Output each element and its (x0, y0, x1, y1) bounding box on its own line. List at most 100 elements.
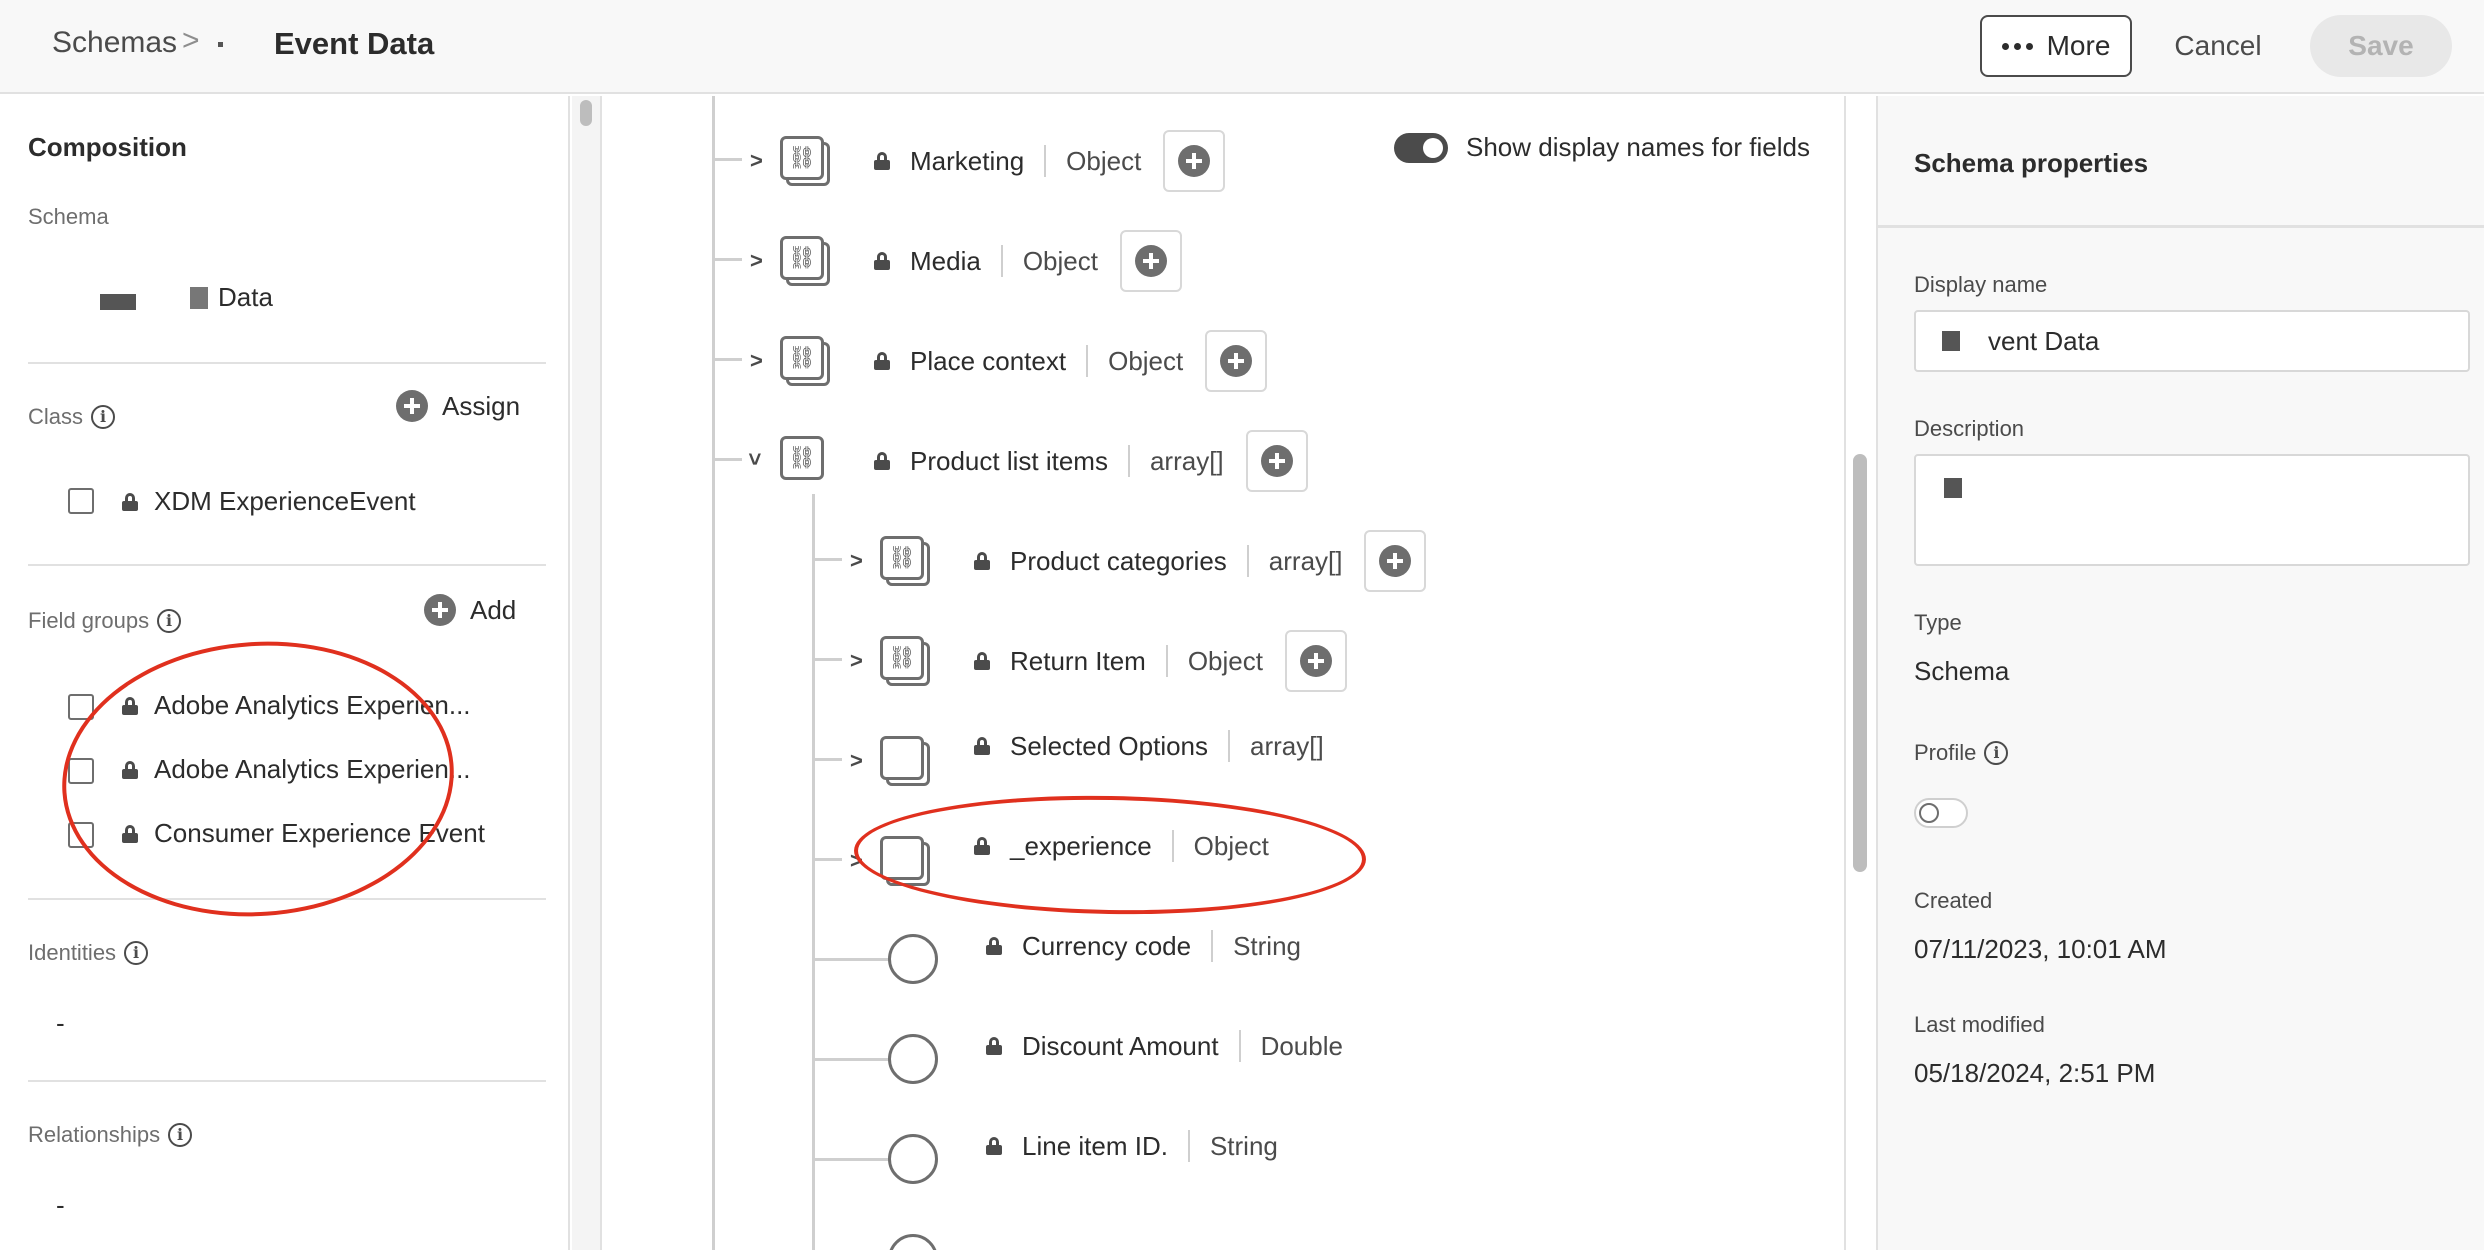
tree-node[interactable]: _experience Object (974, 830, 1269, 862)
field-type: String (1209, 1130, 1278, 1161)
redacted-block (190, 286, 208, 309)
field-type: Object (1066, 145, 1142, 176)
lock-icon (122, 492, 138, 511)
field-type: array[] (1268, 545, 1343, 576)
info-icon[interactable]: i (1984, 741, 2009, 765)
created-value: 07/11/2023, 10:01 AM (1914, 934, 2167, 964)
field-group-item[interactable]: Consumer Experience Event (122, 818, 485, 849)
chevron-right-icon[interactable]: > (750, 248, 763, 274)
show-display-names-label: Show display names for fields (1466, 132, 1810, 162)
tree-node[interactable]: Product categories array[] (974, 530, 1427, 592)
add-circle-icon (424, 594, 456, 626)
field-group-checkbox[interactable] (68, 822, 94, 848)
lock-icon (874, 452, 890, 470)
tree-node[interactable]: Line item ID. String (986, 1130, 1278, 1162)
info-icon[interactable]: i (91, 405, 116, 429)
tree-branch-line (812, 1158, 894, 1161)
chevron-right-icon[interactable]: > (850, 648, 863, 674)
field-group-checkbox[interactable] (68, 694, 94, 720)
tree-node[interactable]: Product list items array[] (874, 430, 1308, 492)
lock-icon (974, 652, 990, 670)
tree-branch-line (812, 858, 842, 861)
lock-icon (974, 552, 990, 570)
tree-node[interactable]: Place context Object (874, 330, 1268, 392)
link-object-icon: ⛓ (780, 336, 830, 386)
add-circle-icon (1379, 545, 1412, 577)
schema-name[interactable]: Data (100, 282, 273, 313)
more-label: More (2046, 30, 2111, 61)
left-scrollbar[interactable] (572, 96, 602, 1250)
center-scrollbar[interactable] (1844, 96, 1874, 1250)
separator (1238, 1030, 1241, 1062)
tree-branch-line (712, 258, 742, 261)
more-button[interactable]: More (1980, 15, 2132, 77)
info-icon[interactable]: i (124, 941, 149, 965)
lock-icon (874, 252, 890, 270)
field-group-item[interactable]: Adobe Analytics Experien... (122, 690, 471, 721)
breadcrumb-schemas[interactable]: Schemas (52, 26, 177, 60)
field-type: array[] (1250, 730, 1324, 761)
scrollbar-thumb[interactable] (580, 100, 592, 126)
ellipsis-icon (2001, 42, 2033, 50)
show-display-names-toggle-row[interactable]: Show display names for fields (1394, 132, 1810, 163)
chevron-down-icon[interactable]: > (741, 453, 767, 466)
chevron-right-icon[interactable]: > (850, 848, 863, 874)
add-field-button[interactable] (1284, 630, 1347, 692)
add-field-group-button[interactable]: Add (424, 594, 516, 626)
tree-guide-line (812, 494, 815, 1250)
separator (1165, 645, 1168, 677)
field-group-item[interactable]: Adobe Analytics Experien... (122, 754, 471, 785)
object-icon (880, 736, 930, 786)
add-field-button[interactable] (1119, 230, 1182, 292)
class-checkbox[interactable] (68, 488, 94, 514)
field-group-checkbox[interactable] (68, 758, 94, 784)
assign-class-button[interactable]: Assign (396, 390, 520, 422)
chevron-right-icon[interactable]: > (750, 348, 763, 374)
redacted-block (1944, 478, 1962, 498)
save-button[interactable]: Save (2310, 15, 2452, 77)
scrollbar-thumb[interactable] (1853, 454, 1867, 872)
add-circle-icon (1260, 445, 1293, 477)
add-field-button[interactable] (1364, 530, 1427, 592)
description-field[interactable] (1914, 454, 2470, 566)
tree-node[interactable]: Marketing Object (874, 130, 1226, 192)
info-icon[interactable]: i (157, 609, 182, 633)
add-field-button[interactable] (1245, 430, 1308, 492)
lock-icon (986, 1037, 1002, 1055)
tree-node[interactable]: Return Item Object (974, 630, 1347, 692)
chevron-right-icon[interactable]: > (750, 148, 763, 174)
tree-node[interactable]: Media Object (874, 230, 1182, 292)
tree-node[interactable]: Currency code String (986, 930, 1301, 962)
cancel-button[interactable]: Cancel (2160, 15, 2276, 77)
tree-branch-line (712, 458, 742, 461)
chevron-right-icon[interactable]: > (850, 748, 863, 774)
add-field-button[interactable] (1163, 130, 1226, 192)
field-name: Place context (910, 345, 1067, 376)
class-label-row: Class i (28, 404, 116, 430)
properties-header: Schema properties (1878, 96, 2484, 228)
separator (1000, 245, 1003, 277)
tree-node[interactable]: Selected Options array[] (974, 730, 1324, 762)
tree-branch-line (812, 658, 842, 661)
identities-value: - (56, 1008, 65, 1038)
field-name: Currency code (1022, 930, 1192, 961)
schema-properties-panel: Schema properties Display name vent Data… (1876, 96, 2484, 1250)
assign-label: Assign (442, 390, 521, 421)
info-icon[interactable]: i (168, 1123, 193, 1147)
field-type: Double (1260, 1030, 1343, 1061)
add-field-button[interactable] (1205, 330, 1268, 392)
show-display-names-toggle[interactable] (1394, 132, 1448, 163)
class-item[interactable]: XDM ExperienceEvent (122, 486, 416, 517)
profile-label-row: Profile i (1914, 740, 2009, 766)
display-name-value: vent Data (1988, 325, 2100, 356)
schema-name-text: Data (218, 282, 273, 312)
display-name-field[interactable]: vent Data (1914, 310, 2470, 372)
tree-branch-line (712, 358, 742, 361)
chevron-right-icon[interactable]: > (850, 548, 863, 574)
description-label: Description (1914, 416, 2025, 441)
type-label: Type (1914, 610, 1962, 635)
separator (1044, 145, 1047, 177)
leaf-field-icon (888, 1234, 938, 1250)
profile-toggle[interactable] (1914, 798, 1968, 828)
tree-node[interactable]: Discount Amount Double (986, 1030, 1343, 1062)
